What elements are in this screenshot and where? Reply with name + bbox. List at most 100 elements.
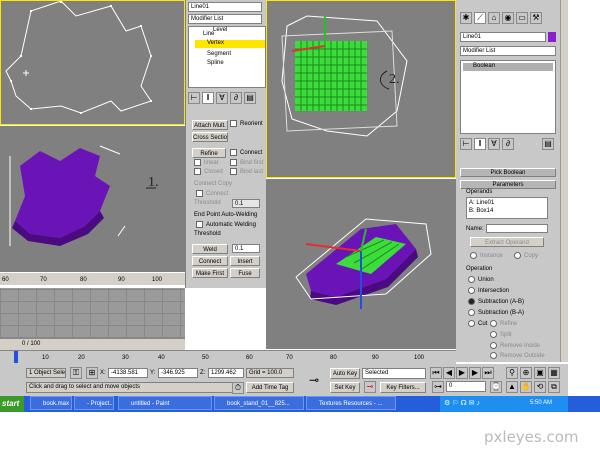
pan-icon[interactable]: ✋: [520, 381, 532, 393]
add-time-tag-button[interactable]: Add Time Tag: [246, 382, 294, 393]
y-coordinate[interactable]: -346.925: [158, 368, 198, 378]
display-tab-icon[interactable]: ▭: [516, 12, 528, 24]
key-icon[interactable]: ⊸: [302, 372, 326, 388]
taskbar-item[interactable]: Textures Resources - ...: [306, 396, 396, 410]
remove-inside-radio[interactable]: Remove Inside: [490, 342, 540, 349]
show-end-result-icon[interactable]: ‖: [202, 92, 214, 104]
goto-end-icon[interactable]: ⏭: [482, 367, 494, 379]
current-frame-field[interactable]: 0: [446, 381, 486, 392]
bind-last-checkbox[interactable]: Bind last: [230, 168, 263, 175]
threshold-field[interactable]: 0.1: [232, 199, 260, 208]
stack-item-segment[interactable]: Segment: [207, 51, 231, 57]
copy-radio[interactable]: Copy: [514, 252, 538, 259]
stack-item-boolean[interactable]: Boolean: [463, 63, 553, 71]
viewport-left[interactable]: 1.: [0, 126, 185, 272]
auto-key-button[interactable]: Auto Key: [330, 368, 360, 379]
start-button[interactable]: start: [0, 396, 24, 412]
hierarchy-tab-icon[interactable]: ⌂: [488, 12, 500, 24]
operand-item[interactable]: B: Box14: [469, 208, 493, 214]
connect-checkbox[interactable]: Connect: [230, 149, 262, 156]
attach-mult-button[interactable]: Attach Mult.: [192, 120, 228, 130]
taskbar-item[interactable]: book_stand_01__825...: [214, 396, 304, 410]
split-radio[interactable]: Split: [490, 331, 512, 338]
fuse-button[interactable]: Fuse: [230, 268, 260, 278]
viewport-perspective[interactable]: [266, 179, 456, 349]
cmd-configure-icon[interactable]: ▤: [542, 138, 554, 150]
extract-operand-button[interactable]: Extract Operand: [470, 237, 544, 247]
zoom-all-icon[interactable]: ⊕: [520, 367, 532, 379]
utilities-tab-icon[interactable]: ⚒: [530, 12, 542, 24]
pin-stack-icon[interactable]: ⊢: [188, 92, 200, 104]
zoom-extents-all-icon[interactable]: ▦: [548, 367, 560, 379]
make-unique-icon[interactable]: ∀: [216, 92, 228, 104]
key-mode-icon[interactable]: ⊸: [364, 381, 376, 393]
curve-editor-area[interactable]: [0, 288, 185, 338]
taskbar-item[interactable]: - Project...: [74, 396, 114, 410]
operands-list[interactable]: A: Line01 B: Box14: [466, 197, 548, 219]
viewport-top-left[interactable]: [0, 0, 185, 125]
bind-first-checkbox[interactable]: Bind first: [230, 159, 263, 166]
cross-section-button[interactable]: Cross Section: [192, 132, 228, 142]
goto-start-icon[interactable]: ⏮: [430, 367, 442, 379]
reorient-checkbox[interactable]: Reorient: [230, 120, 263, 127]
union-radio[interactable]: Union: [468, 276, 494, 283]
set-key-button[interactable]: Set Key: [330, 382, 360, 393]
refine-radio[interactable]: Refine: [490, 320, 517, 327]
weld-button[interactable]: Weld: [192, 244, 228, 254]
cmd-show-end-result-icon[interactable]: ‖: [474, 138, 486, 150]
remove-modifier-icon[interactable]: ∂: [230, 92, 242, 104]
track-bar[interactable]: 10 20 30 40 50 60 70 80 90 100: [0, 350, 456, 365]
stack-item-vertex[interactable]: Vertex: [195, 40, 265, 48]
parameters-rollout[interactable]: Parameters: [460, 180, 556, 189]
linear-checkbox[interactable]: linear: [194, 159, 219, 166]
selected-dropdown[interactable]: Selected: [362, 368, 426, 379]
modify-tab-icon[interactable]: ⟋: [474, 12, 486, 24]
connect-copy-checkbox[interactable]: Connect: [196, 190, 228, 197]
time-tag-icon[interactable]: ⏱: [232, 382, 244, 394]
operand-name-field[interactable]: [486, 224, 548, 233]
object-color-swatch[interactable]: [548, 32, 556, 42]
auto-welding-checkbox[interactable]: Automatic Welding: [196, 221, 256, 228]
field-of-view-icon[interactable]: ▲: [506, 381, 518, 393]
zoom-icon[interactable]: ⚲: [506, 367, 518, 379]
taskbar-item[interactable]: book.max: [30, 396, 72, 410]
subtraction-ba-radio[interactable]: Subtraction (B-A): [468, 309, 524, 316]
taskbar-item[interactable]: untitled - Paint: [118, 396, 212, 410]
motion-tab-icon[interactable]: ◉: [502, 12, 514, 24]
cmd-modifier-list-dropdown[interactable]: Modifier List: [460, 46, 556, 56]
modifier-list-dropdown[interactable]: Modifier List: [188, 14, 262, 24]
instance-radio[interactable]: Instance: [470, 252, 503, 259]
cut-radio[interactable]: Cut: [468, 320, 487, 327]
operand-item[interactable]: A: Line01: [469, 200, 494, 206]
connect-button[interactable]: Connect: [192, 256, 228, 266]
closed-checkbox[interactable]: Closed: [194, 168, 223, 175]
remove-outside-radio[interactable]: Remove Outside: [490, 352, 545, 359]
absolute-mode-icon[interactable]: ⊞: [86, 367, 98, 379]
subtraction-ab-radio[interactable]: Subtraction (A-B): [468, 298, 524, 305]
create-tab-icon[interactable]: ✱: [460, 12, 472, 24]
lock-selection-icon[interactable]: ⚿: [70, 367, 82, 379]
next-frame-icon[interactable]: ▶: [469, 367, 481, 379]
intersection-radio[interactable]: Intersection: [468, 287, 509, 294]
pick-boolean-rollout[interactable]: Pick Boolean: [460, 168, 556, 177]
stack-item-spline[interactable]: Spline: [207, 60, 224, 66]
key-filters-button[interactable]: Key Filters...: [380, 382, 426, 393]
viewport-top-right[interactable]: 2.: [266, 0, 456, 178]
maximize-viewport-icon[interactable]: ⧉: [548, 381, 560, 393]
orbit-icon[interactable]: ⟲: [534, 381, 546, 393]
z-coordinate[interactable]: 1299.462: [208, 368, 244, 378]
configure-icon[interactable]: ▤: [244, 92, 256, 104]
cmd-object-name-field[interactable]: Line01: [460, 32, 546, 42]
key-mode-toggle-icon[interactable]: ⊶: [432, 381, 444, 393]
cmd-make-unique-icon[interactable]: ∀: [488, 138, 500, 150]
refine-button[interactable]: Refine: [192, 148, 226, 158]
cmd-remove-modifier-icon[interactable]: ∂: [502, 138, 514, 150]
make-first-button[interactable]: Make First: [192, 268, 228, 278]
weld-value-field[interactable]: 0.1: [232, 244, 260, 253]
insert-button[interactable]: Insert: [230, 256, 260, 266]
cmd-pin-stack-icon[interactable]: ⊢: [460, 138, 472, 150]
play-icon[interactable]: ▶: [456, 367, 468, 379]
object-name-field[interactable]: Line01: [188, 2, 262, 12]
zoom-extents-icon[interactable]: ▣: [534, 367, 546, 379]
prev-frame-icon[interactable]: ◀: [443, 367, 455, 379]
